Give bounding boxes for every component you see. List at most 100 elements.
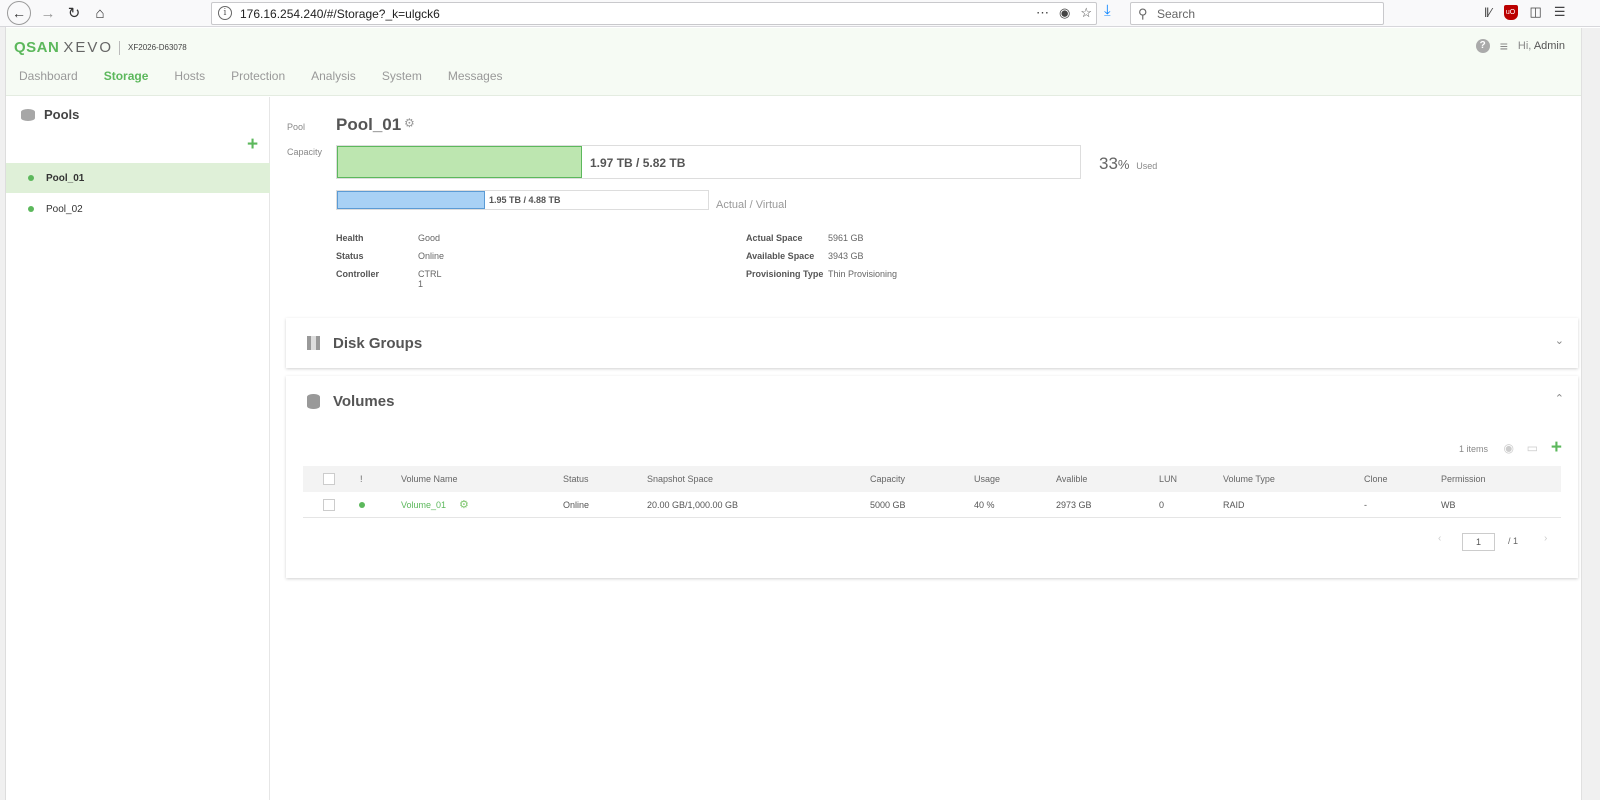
used-pct-sign: %	[1117, 157, 1130, 172]
nav-system[interactable]: System	[382, 69, 422, 83]
brand-logo[interactable]: QSAN XEVO XF2026-D63078	[14, 39, 187, 56]
add-volume-button[interactable]: +	[1551, 437, 1562, 459]
column-header[interactable]: LUN	[1159, 474, 1177, 484]
download-icon[interactable]: ⤓	[1104, 2, 1111, 19]
info-value: 3943 GB	[828, 251, 864, 261]
trash-icon[interactable]: ▭	[1527, 441, 1538, 455]
sidebar-title: Pools	[44, 107, 80, 122]
virtual-bar-fill	[337, 191, 486, 209]
volume-available: 2973 GB	[1056, 500, 1092, 510]
chevron-up-icon[interactable]: ⌃	[1555, 392, 1564, 405]
volume-capacity: 5000 GB	[870, 500, 906, 510]
nav-dashboard[interactable]: Dashboard	[19, 69, 78, 83]
ublock-icon[interactable]: uO	[1503, 4, 1518, 20]
address-bar[interactable]: i 176.16.254.240/#/Storage?_k=ulgck6 ⋯ ◉…	[211, 2, 1097, 25]
sidebar-toggle-icon[interactable]: ◫	[1530, 4, 1542, 20]
volume-lun: 0	[1159, 500, 1165, 510]
browser-search-bar[interactable]: ⚲	[1130, 2, 1384, 25]
column-header[interactable]: Volume Type	[1223, 474, 1275, 484]
app-header: QSAN XEVO XF2026-D63078 ? ≡ Hi, Admin Da…	[6, 28, 1581, 96]
info-value: 5961 GB	[828, 233, 864, 243]
actual-virtual-label: Actual / Virtual	[716, 199, 787, 211]
add-pool-button[interactable]: +	[247, 135, 258, 154]
menu-icon[interactable]: ☰	[1554, 4, 1566, 20]
main-nav: Dashboard Storage Hosts Protection Analy…	[19, 69, 529, 83]
capacity-bar-fill	[337, 146, 583, 178]
brand-qsan: QSAN	[14, 39, 60, 56]
pools-sidebar: Pools + Pool_01 Pool_02	[6, 97, 270, 800]
row-checkbox[interactable]	[323, 499, 335, 511]
capacity-bar: 1.97 TB / 5.82 TB	[336, 145, 1081, 179]
panel-title: Disk Groups	[333, 335, 423, 352]
column-header[interactable]: Avalible	[1056, 474, 1087, 484]
settings-sliders-icon[interactable]: ≡	[1500, 38, 1508, 54]
info-key: Status	[336, 251, 364, 261]
column-header[interactable]: Volume Name	[401, 474, 458, 484]
database-icon	[21, 108, 35, 121]
column-header[interactable]: Permission	[1441, 474, 1486, 484]
column-header[interactable]: Usage	[974, 474, 1000, 484]
snapshot-space: 20.00 GB/1,000.00 GB	[647, 500, 739, 510]
sidebar-item-pool-01[interactable]: Pool_01	[6, 163, 270, 193]
database-icon	[307, 394, 320, 409]
sidebar-item-label: Pool_02	[46, 203, 83, 215]
gear-icon[interactable]: ⚙	[404, 116, 415, 130]
search-input[interactable]	[1157, 5, 1377, 22]
gear-icon[interactable]: ⚙	[459, 498, 469, 511]
volume-clone: -	[1364, 500, 1367, 510]
page-scrollbar[interactable]	[1581, 28, 1600, 800]
chevron-down-icon[interactable]: ⌄	[1555, 334, 1564, 347]
home-icon[interactable]: ⌂	[88, 2, 112, 24]
volume-type: RAID	[1223, 500, 1245, 510]
column-header: !	[360, 474, 363, 484]
info-key: Controller	[336, 269, 380, 279]
used-percentage: 33% Used	[1099, 154, 1157, 174]
column-header[interactable]: Capacity	[870, 474, 905, 484]
sidebar-item-label: Pool_01	[46, 172, 85, 184]
capacity-label: Capacity	[287, 147, 323, 157]
page-actions-icon[interactable]: ⋯	[1036, 5, 1049, 21]
used-pct-value: 33	[1099, 154, 1118, 173]
brand-divider	[119, 40, 121, 55]
disk-group-icon	[307, 336, 320, 350]
table-row[interactable]: Volume_01 ⚙ Online 20.00 GB/1,000.00 GB …	[303, 492, 1561, 518]
volume-status: Online	[563, 500, 590, 510]
snapshot-camera-icon[interactable]: ◉	[1504, 441, 1514, 455]
url-text[interactable]: 176.16.254.240/#/Storage?_k=ulgck6	[240, 7, 440, 21]
site-info-icon[interactable]: i	[218, 6, 232, 20]
nav-messages[interactable]: Messages	[448, 69, 503, 83]
next-page-button[interactable]: ›	[1544, 533, 1547, 544]
pocket-icon[interactable]: ◉	[1059, 5, 1070, 21]
nav-protection[interactable]: Protection	[231, 69, 285, 83]
help-icon[interactable]: ?	[1475, 39, 1490, 53]
info-key: Available Space	[746, 251, 815, 261]
column-header[interactable]: Snapshot Space	[647, 474, 713, 484]
info-key: Actual Space	[746, 233, 803, 243]
volume-permission: WB	[1441, 500, 1456, 510]
status-dot-icon	[28, 175, 34, 181]
prev-page-button[interactable]: ‹	[1438, 533, 1441, 544]
status-dot-icon	[359, 502, 365, 508]
library-icon[interactable]: ‖∕	[1484, 5, 1492, 20]
info-value: Online	[418, 251, 445, 261]
volume-name-link[interactable]: Volume_01	[401, 500, 446, 510]
sidebar-item-pool-02[interactable]: Pool_02	[6, 194, 270, 224]
reload-icon[interactable]: ↻	[62, 2, 86, 24]
back-arrow-icon[interactable]: ←	[7, 1, 31, 25]
capacity-text: 1.97 TB / 5.82 TB	[590, 156, 686, 170]
nav-hosts[interactable]: Hosts	[174, 69, 205, 83]
disk-groups-panel[interactable]: Disk Groups ⌄	[286, 318, 1578, 368]
nav-storage[interactable]: Storage	[104, 69, 149, 83]
bookmark-star-icon[interactable]: ☆	[1080, 5, 1092, 21]
select-all-checkbox[interactable]	[323, 473, 335, 485]
column-header[interactable]: Status	[563, 474, 589, 484]
virtual-capacity-text: 1.95 TB / 4.88 TB	[489, 195, 561, 205]
forward-arrow-icon[interactable]: →	[36, 2, 60, 24]
info-key: Health	[336, 233, 364, 243]
column-header[interactable]: Clone	[1364, 474, 1388, 484]
info-value: Thin Provisioning	[828, 269, 898, 279]
items-count: 1 items	[1458, 444, 1488, 454]
page-number-input[interactable]	[1462, 533, 1495, 551]
nav-analysis[interactable]: Analysis	[311, 69, 356, 83]
user-greeting[interactable]: Hi, Admin	[1518, 40, 1565, 52]
